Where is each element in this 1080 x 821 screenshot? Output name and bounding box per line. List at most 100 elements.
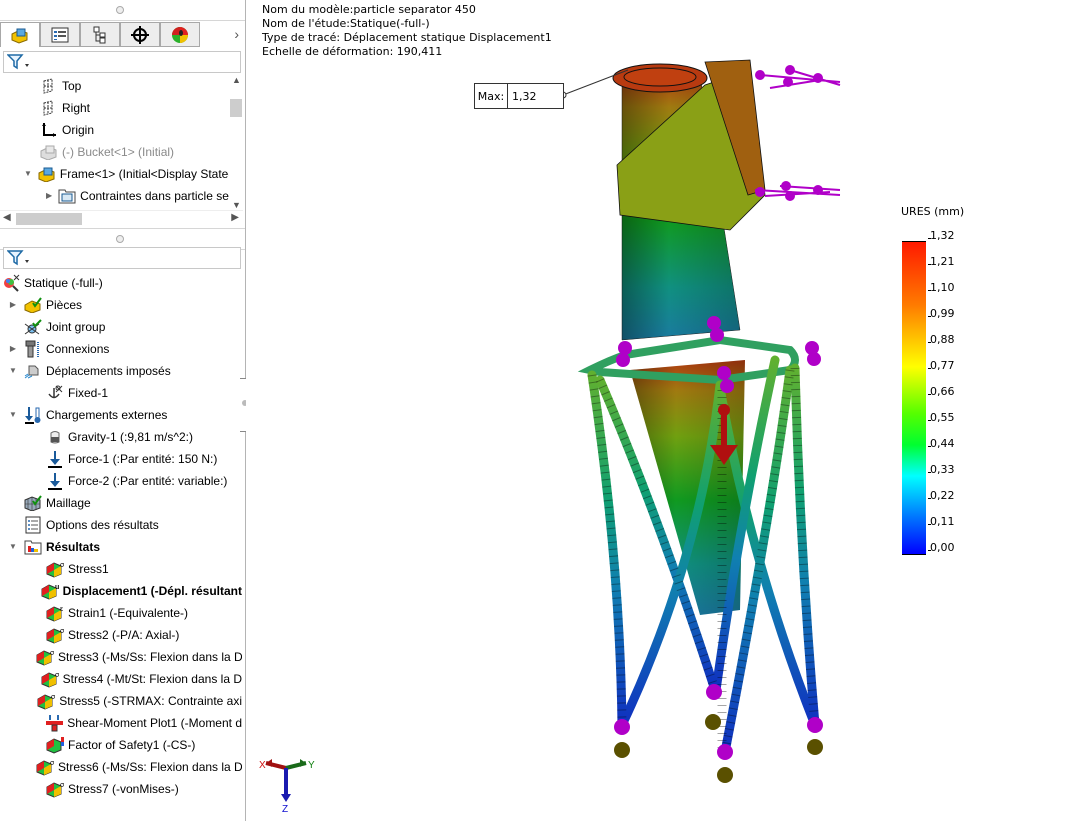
simulation-tree-item[interactable]: σ Stress7 (-vonMises-) — [30, 778, 242, 800]
simulation-tree-item[interactable]: ▶ Pièces — [8, 294, 242, 316]
feature-tree-item-label: Origin — [62, 123, 95, 137]
more-tabs-chevron[interactable]: › — [234, 26, 239, 42]
feature-tree-item[interactable]: Origin — [24, 119, 242, 141]
simulation-tree-item[interactable]: Maillage — [8, 492, 242, 514]
simulation-tree-item[interactable]: σ Stress1 — [30, 558, 242, 580]
scroll-down-arrow[interactable]: ▼ — [232, 200, 241, 210]
feature-tree-vscrollbar[interactable]: ▲ ▼ — [229, 75, 243, 210]
feature-tree-item-label: Right — [62, 101, 91, 115]
joint-group-icon — [24, 318, 42, 336]
legend-title: URES (mm) — [901, 205, 965, 218]
feature-tree-filter[interactable] — [3, 51, 241, 73]
graphics-viewport[interactable]: Nom du modèle:particle separator 450 Nom… — [246, 0, 1080, 821]
simulation-tree-item[interactable]: ε Strain1 (-Equivalente-) — [30, 602, 242, 624]
scroll-up-arrow[interactable]: ▲ — [232, 75, 241, 85]
result-options-icon — [24, 516, 42, 534]
simulation-tree-item[interactable]: Joint group — [8, 316, 242, 338]
simulation-tree-item[interactable]: σ Stress5 (-STRMAX: Contrainte axi — [30, 690, 242, 712]
expand-arrow-icon[interactable]: ▶ — [8, 338, 18, 360]
dimxpert-tab[interactable] — [120, 22, 160, 47]
collapse-arrow-icon[interactable]: ▼ — [8, 536, 18, 558]
legend-tick-label: 1,32 — [928, 229, 955, 242]
simulation-tree-item[interactable]: ▼ Chargements externes — [8, 404, 242, 426]
feature-tree-item[interactable]: ▶ Contraintes dans particle sepa — [46, 185, 242, 207]
simulation-tree-item[interactable]: σ Stress3 (-Ms/Ss: Flexion dans la D — [30, 646, 242, 668]
simulation-tree-item[interactable]: Factor of Safety1 (-CS-) — [30, 734, 242, 756]
simulation-tree-item[interactable]: Statique (-full-) — [0, 272, 242, 294]
displacement-plot-icon: u — [41, 582, 59, 600]
simulation-tree-item-label: Stress5 (-STRMAX: Contrainte axi — [59, 694, 242, 708]
simulation-tree-item-label: Stress7 (-vonMises-) — [68, 782, 179, 796]
collapse-arrow-icon[interactable]: ▼ — [8, 360, 18, 382]
scroll-right-arrow[interactable]: ▶ — [231, 212, 239, 223]
shear-moment-icon — [45, 714, 64, 732]
simulation-tree-item[interactable]: Shear-Moment Plot1 (-Moment d — [30, 712, 242, 734]
display-manager-tab[interactable] — [160, 22, 200, 47]
svg-text:σ: σ — [50, 650, 54, 657]
legend-tick-label: 1,21 — [928, 255, 955, 268]
expand-arrow-icon[interactable]: ▶ — [46, 185, 52, 207]
simulation-tree-item-label: Joint group — [46, 320, 106, 334]
simulation-tree-item-label: Factor of Safety1 (-CS-) — [68, 738, 196, 752]
simulation-tree-item[interactable]: σ Stress6 (-Ms/Ss: Flexion dans la D — [30, 756, 242, 778]
simulation-tree-item[interactable]: u Displacement1 (-Dépl. résultant — [30, 580, 242, 602]
simulation-tree-item-label: Résultats — [46, 540, 101, 554]
simulation-tree-item[interactable]: σ Stress2 (-P/A: Axial-) — [30, 624, 242, 646]
simulation-tree-item[interactable]: Options des résultats — [8, 514, 242, 536]
simulation-tree-item[interactable]: ▶ Connexions — [8, 338, 242, 360]
stress-plot-icon: σ — [46, 560, 64, 578]
feature-tree-item-label: Top — [62, 79, 82, 93]
max-probe-label: Max: — [475, 84, 508, 108]
feature-tree-hscrollbar[interactable]: ◀ ▶ — [0, 210, 243, 227]
fixed-anchor-icon — [46, 384, 64, 402]
svg-text:u: u — [55, 584, 59, 591]
feature-tree-item[interactable]: ▼ Frame<1> (Initial<Display State-1> — [24, 163, 242, 185]
simulation-tree-item-label: Force-2 (:Par entité: variable:) — [68, 474, 228, 488]
simulation-tree-item-label: Stress2 (-P/A: Axial-) — [68, 628, 180, 642]
simulation-tree-item[interactable]: Force-1 (:Par entité: 150 N:) — [30, 448, 242, 470]
static-study-icon — [2, 274, 20, 292]
feature-tree-item[interactable]: Top — [24, 75, 242, 97]
simulation-tree-item[interactable]: ▼ Déplacements imposés — [8, 360, 242, 382]
scroll-left-arrow[interactable]: ◀ — [3, 212, 11, 223]
feature-tree-item-label: (-) Bucket<1> (Initial) — [62, 145, 175, 159]
mates-folder-icon — [58, 187, 76, 205]
svg-text:σ: σ — [60, 562, 64, 569]
expand-arrow-icon[interactable]: ▶ — [8, 294, 18, 316]
featuremanager-tab[interactable] — [0, 22, 40, 47]
simulation-tree-item[interactable]: Fixed-1 — [30, 382, 242, 404]
simulation-tree-item[interactable]: ▼ Résultats — [8, 536, 242, 558]
feature-tree-item-label: Frame<1> (Initial<Display State-1> — [59, 167, 242, 181]
feature-tree-item[interactable]: (-) Bucket<1> (Initial) — [24, 141, 242, 163]
simulation-tree-item-label: Connexions — [46, 342, 110, 356]
filter-funnel-icon — [7, 250, 29, 266]
force-arrow-icon — [46, 450, 64, 468]
stress-plot-icon: σ — [46, 626, 64, 644]
simulation-tree-item-label: Fixed-1 — [68, 386, 109, 400]
view-triad[interactable]: X Y Z — [258, 752, 328, 817]
simulation-tree-item[interactable]: Force-2 (:Par entité: variable:) — [30, 470, 242, 492]
hscroll-thumb[interactable] — [16, 213, 82, 225]
collapse-arrow-icon[interactable]: ▼ — [24, 163, 32, 185]
color-legend-bar[interactable] — [902, 241, 926, 555]
simulation-tree-filter[interactable] — [3, 247, 241, 269]
feature-tree-item[interactable]: Right — [24, 97, 242, 119]
simulation-tree-item[interactable]: Gravity-1 (:9,81 m/s^2:) — [30, 426, 242, 448]
stress-plot-icon: σ — [36, 758, 54, 776]
simulation-tree-item[interactable]: σ Stress4 (-Mt/St: Flexion dans la D — [30, 668, 242, 690]
svg-text:σ: σ — [55, 672, 59, 679]
max-value-probe[interactable]: Max: 1,32 — [474, 83, 564, 109]
configurationmanager-tab[interactable] — [80, 22, 120, 47]
left-panel: › Top Right Origin (-) Bucket<1> (Initial) ▼… — [0, 0, 246, 821]
triad-x-label: X — [259, 760, 266, 771]
simulation-tree-item-label: Force-1 (:Par entité: 150 N:) — [68, 452, 218, 466]
simulation-tree-item-label: Stress1 — [68, 562, 109, 576]
legend-tick-label: 0,44 — [928, 437, 955, 450]
scroll-thumb[interactable] — [230, 99, 242, 117]
collapse-arrow-icon[interactable]: ▼ — [8, 404, 18, 426]
propertymanager-tab[interactable] — [40, 22, 80, 47]
legend-tick-label: 0,11 — [928, 515, 955, 528]
panel-splitter-top[interactable] — [0, 0, 245, 21]
part-cube-icon — [11, 28, 28, 44]
fea-model-render[interactable] — [246, 0, 1080, 821]
